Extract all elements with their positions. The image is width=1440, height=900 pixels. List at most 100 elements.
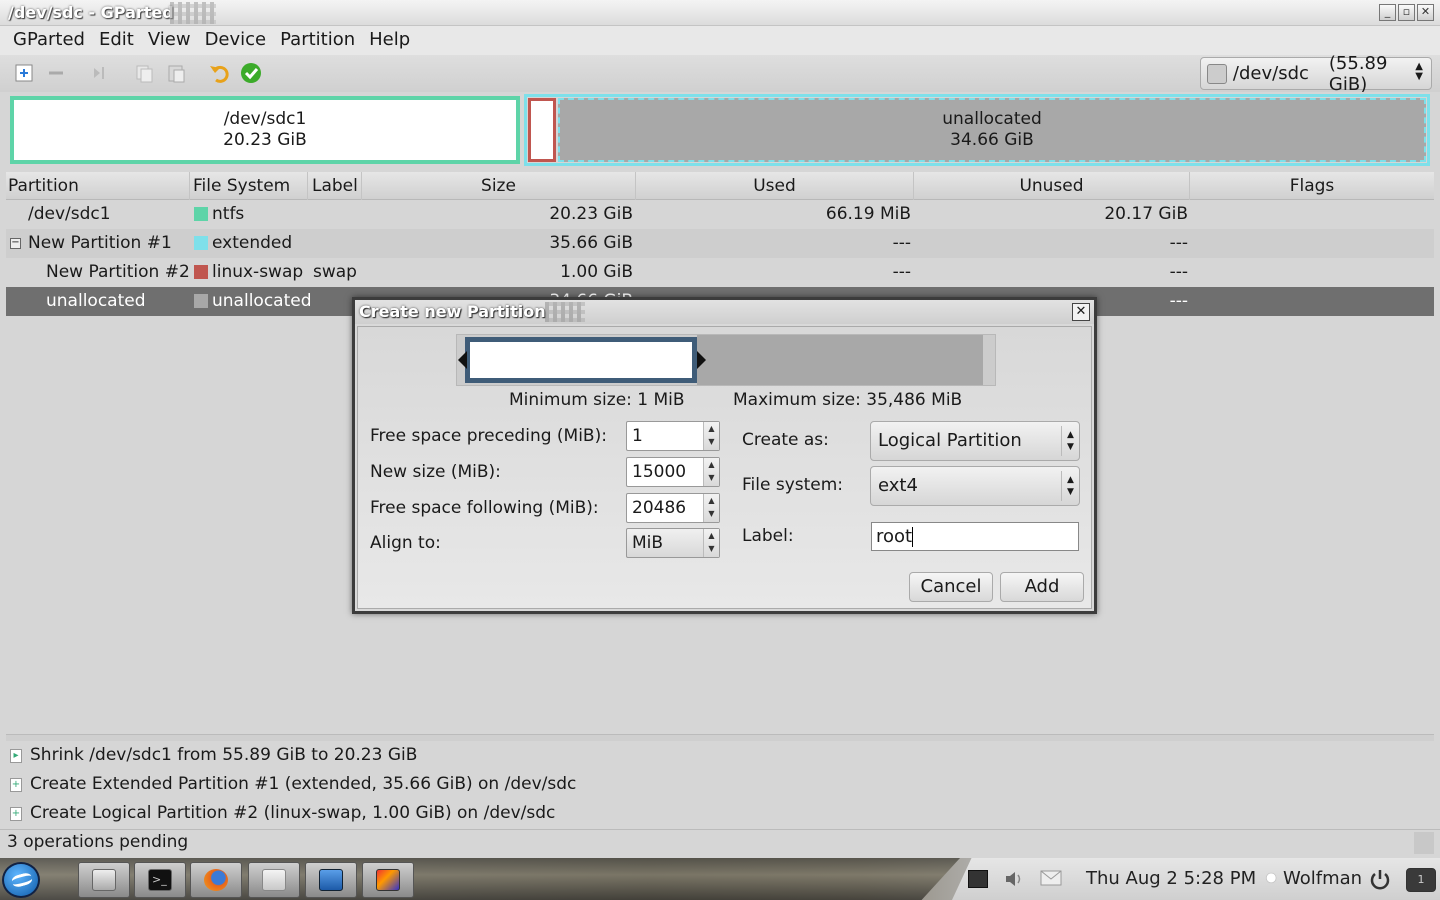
dialog-titlebar[interactable]: Create new Partition ✕	[355, 300, 1094, 324]
launcher-terminal[interactable]: >_	[134, 862, 186, 898]
dialog-close-button[interactable]: ✕	[1072, 303, 1090, 321]
free-following-value: 20486	[632, 498, 687, 518]
resize-grip[interactable]	[1414, 832, 1434, 854]
list-item[interactable]: + Create Logical Partition #2 (linux-swa…	[6, 799, 555, 828]
network-icon[interactable]	[968, 870, 988, 888]
power-icon[interactable]	[1368, 868, 1392, 892]
list-item[interactable]: ▸ Shrink /dev/sdc1 from 55.89 GiB to 20.…	[6, 741, 417, 770]
create-partition-dialog: Create new Partition ✕ Minimum size: 1 M…	[352, 297, 1097, 614]
cell-used: ---	[892, 262, 911, 282]
partition-label-input[interactable]: root	[871, 522, 1079, 551]
cell-unused: ---	[1169, 262, 1188, 282]
menu-edit[interactable]: Edit	[92, 26, 141, 55]
launcher-firefox[interactable]	[190, 862, 242, 898]
launcher-image-viewer[interactable]	[362, 862, 414, 898]
create-as-select[interactable]: Logical Partition ▲ ▼	[870, 421, 1080, 461]
clock[interactable]: Thu Aug 2 5:28 PM	[1086, 868, 1256, 889]
device-name: /dev/sdc	[1232, 63, 1309, 84]
diskmap-sdc1-size: 20.23 GiB	[223, 130, 307, 150]
mail-icon[interactable]	[1040, 870, 1062, 888]
undo-icon[interactable]	[208, 62, 230, 84]
right-resize-handle-icon[interactable]	[697, 351, 706, 369]
menu-partition[interactable]: Partition	[273, 26, 362, 55]
align-to-select[interactable]: MiB ▲ ▼	[626, 528, 720, 558]
status-bar: 3 operations pending	[0, 829, 1440, 855]
paste-icon[interactable]	[165, 62, 187, 84]
menu-gparted[interactable]: GParted	[6, 26, 92, 55]
resizer-partition-block[interactable]	[465, 337, 697, 383]
operation-text: Create Logical Partition #2 (linux-swap,…	[30, 803, 556, 823]
close-button[interactable]: ✕	[1417, 4, 1434, 21]
table-row[interactable]: − New Partition #1 extended 35.66 GiB --…	[6, 229, 1434, 258]
col-used[interactable]: Used	[636, 172, 914, 200]
launcher-archive[interactable]	[248, 862, 300, 898]
menu-view[interactable]: View	[141, 26, 198, 55]
new-size-spinner[interactable]: 15000 ▲ ▼	[626, 457, 720, 487]
cell-partition: /dev/sdc1	[28, 204, 111, 224]
menu-help[interactable]: Help	[362, 26, 417, 55]
spin-arrows-icon[interactable]: ▲ ▼	[703, 494, 719, 522]
cancel-button[interactable]: Cancel	[909, 572, 993, 602]
file-system-select[interactable]: ext4 ▲ ▼	[870, 466, 1080, 506]
diskmap-sdc1[interactable]: /dev/sdc1 20.23 GiB	[10, 96, 520, 164]
partition-resizer[interactable]	[456, 334, 996, 386]
delete-icon[interactable]	[45, 62, 67, 84]
col-filesystem[interactable]: File System	[190, 172, 308, 200]
swirl-logo-icon	[10, 871, 34, 889]
cell-filesystem: extended	[212, 233, 293, 253]
cell-filesystem: ntfs	[212, 204, 245, 224]
updown-arrows-icon: ▲ ▼	[1061, 471, 1079, 501]
cell-size: 20.23 GiB	[549, 204, 633, 224]
col-partition[interactable]: Partition	[6, 172, 190, 200]
col-unused[interactable]: Unused	[914, 172, 1190, 200]
toolbar: /dev/sdc (55.89 GiB) ▲ ▼	[0, 53, 1440, 95]
window-titlebar[interactable]: /dev/sdc - GParted _ ▫ ✕	[0, 0, 1440, 26]
diskmap-unallocated[interactable]: unallocated 34.66 GiB	[558, 98, 1426, 162]
maximize-button[interactable]: ▫	[1398, 4, 1415, 21]
pane-splitter[interactable]	[6, 734, 1434, 741]
cell-size: 35.66 GiB	[549, 233, 633, 253]
window-buttons: _ ▫ ✕	[1379, 4, 1434, 21]
collapse-expander-icon[interactable]: −	[10, 238, 21, 249]
free-following-spinner[interactable]: 20486 ▲ ▼	[626, 493, 720, 523]
col-label[interactable]: Label	[308, 172, 362, 200]
launcher-file-manager[interactable]	[78, 862, 130, 898]
device-selector[interactable]: /dev/sdc (55.89 GiB) ▲ ▼	[1200, 53, 1432, 95]
minimize-button[interactable]: _	[1379, 4, 1396, 21]
workspace-pager[interactable]: 1	[1406, 868, 1436, 892]
list-item[interactable]: + Create Extended Partition #1 (extended…	[6, 770, 576, 799]
add-button[interactable]: Add	[1000, 572, 1084, 602]
start-menu-button[interactable]	[2, 862, 40, 898]
apply-icon[interactable]	[240, 62, 262, 84]
diskmap-swap[interactable]	[528, 98, 556, 162]
copy-icon[interactable]	[133, 62, 155, 84]
col-size[interactable]: Size	[362, 172, 636, 200]
launcher-text-editor[interactable]	[305, 862, 357, 898]
table-row[interactable]: /dev/sdc1 ntfs 20.23 GiB 66.19 MiB 20.17…	[6, 200, 1434, 229]
fs-color-swatch	[194, 207, 208, 221]
updown-arrows-icon: ▲ ▼	[1061, 426, 1079, 456]
table-row[interactable]: New Partition #2 linux-swap swap 1.00 Gi…	[6, 258, 1434, 287]
new-partition-icon[interactable]	[13, 62, 35, 84]
volume-icon[interactable]	[1004, 870, 1024, 888]
create-operation-icon: +	[10, 778, 22, 792]
resize-move-icon[interactable]	[88, 62, 110, 84]
menu-device[interactable]: Device	[198, 26, 274, 55]
spin-arrows-icon[interactable]: ▲ ▼	[703, 422, 719, 450]
dialog-body: Minimum size: 1 MiB Maximum size: 35,486…	[357, 326, 1092, 609]
cell-unused: ---	[1169, 233, 1188, 253]
resizer-end	[983, 335, 995, 385]
disk-map: /dev/sdc1 20.23 GiB unallocated 34.66 Gi…	[6, 92, 1434, 168]
firefox-icon	[204, 869, 228, 891]
left-resize-handle-icon[interactable]	[458, 351, 467, 369]
cell-partition: New Partition #2	[46, 262, 190, 282]
col-flags[interactable]: Flags	[1190, 172, 1434, 200]
window-title: /dev/sdc - GParted	[8, 3, 174, 22]
menubar: GParted Edit View Device Partition Help	[0, 26, 1440, 55]
operation-text: Create Extended Partition #1 (extended, …	[30, 774, 577, 794]
spin-arrows-icon[interactable]: ▲ ▼	[703, 458, 719, 486]
harddisk-icon	[1207, 63, 1227, 84]
free-preceding-spinner[interactable]: 1 ▲ ▼	[626, 421, 720, 451]
username[interactable]: Wolfman	[1283, 868, 1362, 889]
file-cabinet-icon	[92, 869, 116, 891]
